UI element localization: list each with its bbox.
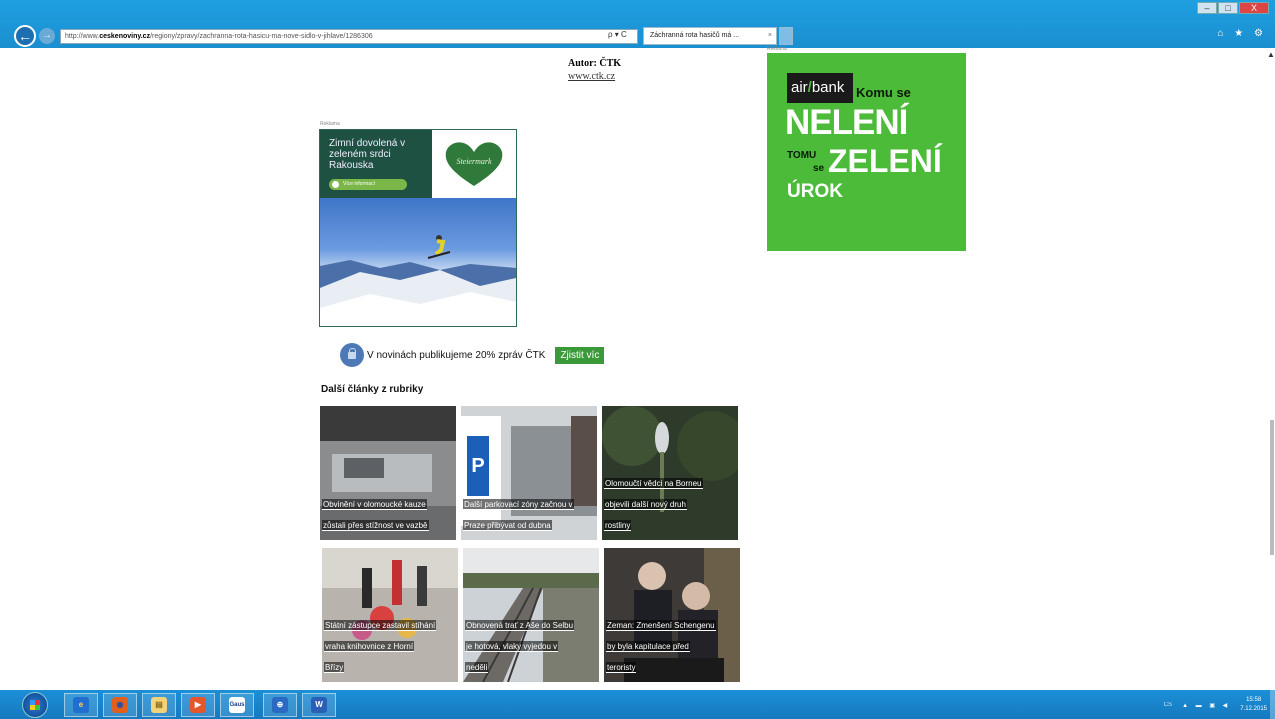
- ad-zeleni-text: ZELENÍ: [828, 143, 942, 179]
- start-button[interactable]: [22, 692, 48, 718]
- address-domain: ceskenoviny.cz: [99, 33, 151, 40]
- show-desktop-button[interactable]: [1270, 690, 1275, 719]
- article-card[interactable]: Obnovená trať z Aše do Selbu je hotová, …: [463, 548, 599, 682]
- article-title: Zeman: Zmenšení Schengenu by byla kapitu…: [606, 620, 716, 673]
- firefox-icon: ◉: [112, 697, 128, 713]
- article-card[interactable]: Olomoučtí vědci na Borneu objevili další…: [602, 406, 738, 540]
- gaus-icon: Gaus: [229, 697, 245, 713]
- airbank-logo: air/bank: [787, 73, 853, 103]
- ctk-promo-bar: V novinách publikujeme 20% zpráv ČTK Zji…: [340, 342, 605, 368]
- taskbar-item-network[interactable]: ⊕: [263, 693, 297, 717]
- tab-close-icon[interactable]: ×: [768, 28, 772, 44]
- tray-icons[interactable]: ▲ ▬ ▣ ◀: [1182, 702, 1230, 709]
- window-controls: – □ X: [1196, 2, 1269, 14]
- folder-icon: ▤: [151, 697, 167, 713]
- scrollbar-thumb[interactable]: [1270, 420, 1274, 555]
- taskbar-item-media[interactable]: ▶: [181, 693, 215, 717]
- ad-komu-text: Komu se: [856, 85, 911, 100]
- ctk-promo-text: V novinách publikujeme 20% zpráv ČTK: [367, 349, 546, 361]
- search-refresh-icon[interactable]: ρ ▾ C: [608, 30, 627, 39]
- address-bar[interactable]: http://www.ceskenoviny.cz/regiony/zpravy…: [60, 29, 638, 44]
- more-articles-heading: Další články z rubriky: [321, 384, 424, 395]
- taskbar-item-firefox[interactable]: ◉: [103, 693, 137, 717]
- scroll-up-icon[interactable]: ▲: [1267, 50, 1275, 59]
- back-button[interactable]: ←: [14, 25, 36, 47]
- arrow-left-icon: ←: [18, 28, 32, 44]
- home-favorites-settings-icon[interactable]: ⌂ ★ ⚙: [1217, 28, 1267, 39]
- forward-button[interactable]: →: [39, 28, 55, 44]
- language-indicator[interactable]: CS: [1164, 702, 1172, 708]
- ad-tomu-text: TOMU: [787, 150, 817, 161]
- ad-airbank-banner[interactable]: air/bank Komu se NELENÍ TOMU se ZELENÍ Ú…: [767, 53, 966, 251]
- tab-title: Záchranná rota hasičů má ...: [650, 32, 740, 39]
- taskbar: e ◉ ▤ ▶ Gaus ⊕ W CS ▲ ▬ ▣ ◀ 15:58 7.12.2…: [0, 690, 1275, 719]
- ad-text: Zimní dovolená v zeleném srdci Rakouska: [329, 138, 406, 171]
- mountain-image: [320, 260, 516, 326]
- article-title: Obnovená trať z Aše do Selbu je hotová, …: [465, 620, 575, 673]
- close-button[interactable]: X: [1239, 2, 1269, 14]
- article-title: Olomoučtí vědci na Borneu objevili další…: [604, 478, 703, 531]
- taskbar-item-explorer[interactable]: ▤: [142, 693, 176, 717]
- learn-more-button[interactable]: Zjistit víc: [555, 346, 605, 364]
- taskbar-item-gaus[interactable]: Gaus: [220, 693, 254, 717]
- media-player-icon: ▶: [190, 697, 206, 713]
- ad-label: Reklama: [320, 121, 340, 127]
- ad-cta-button[interactable]: Více informací: [329, 179, 407, 190]
- browser-chrome: – □ X ← → http://www.ceskenoviny.cz/regi…: [0, 0, 1275, 48]
- svg-text:P: P: [471, 455, 484, 477]
- minimize-button[interactable]: –: [1197, 2, 1217, 14]
- heart-logo-icon: Steiermark: [445, 142, 503, 186]
- article-card[interactable]: Státní zástupce zastavil stíhání vraha k…: [322, 548, 458, 682]
- article-card[interactable]: Zeman: Zmenšení Schengenu by byla kapitu…: [604, 548, 740, 682]
- author-link[interactable]: www.ctk.cz: [568, 71, 615, 82]
- address-prefix: http://www.: [65, 33, 100, 40]
- clock-date: 7.12.2015: [1240, 706, 1267, 712]
- article-card[interactable]: Obvinění v olomoucké kauze zůstali přes …: [320, 406, 456, 540]
- ad-austria-banner[interactable]: Zimní dovolená v zeleném srdci Rakouska …: [319, 129, 517, 327]
- lock-icon: [340, 343, 364, 367]
- word-icon: W: [311, 697, 327, 713]
- ad-urok-text: ÚROK: [787, 181, 843, 202]
- skier-icon: [427, 235, 451, 259]
- clock-time: 15:58: [1246, 697, 1262, 703]
- ad-neleni-text: NELENÍ: [785, 103, 908, 142]
- article-title: Státní zástupce zastavil stíhání vraha k…: [324, 620, 437, 673]
- ad-label: Reklama: [767, 46, 787, 52]
- ie-icon: e: [73, 697, 89, 713]
- new-tab-button[interactable]: [779, 27, 793, 45]
- ad-logo-text: Steiermark: [456, 157, 492, 166]
- maximize-button[interactable]: □: [1218, 2, 1238, 14]
- taskbar-item-ie[interactable]: e: [64, 693, 98, 717]
- tab-article[interactable]: Záchranná rota hasičů má ... ×: [643, 27, 777, 45]
- article-title: Obvinění v olomoucké kauze zůstali přes …: [322, 499, 429, 531]
- system-tray: CS ▲ ▬ ▣ ◀ 15:58 7.12.2015: [1164, 693, 1267, 717]
- ad-logo-panel: Steiermark: [432, 130, 516, 198]
- ad-se-text: se: [813, 163, 825, 174]
- clock[interactable]: 15:58 7.12.2015: [1240, 696, 1267, 714]
- article-card[interactable]: P Další parkovací zóny začnou v Praze př…: [461, 406, 597, 540]
- article-title: Další parkovací zóny začnou v Praze přib…: [463, 499, 574, 531]
- network-icon: ⊕: [272, 697, 288, 713]
- arrow-right-icon: →: [42, 30, 52, 41]
- taskbar-item-word[interactable]: W: [302, 693, 336, 717]
- article-author: Autor: ČTK: [568, 58, 622, 69]
- address-path: /regiony/zpravy/zachranna-rota-hasicu-ma…: [150, 33, 373, 40]
